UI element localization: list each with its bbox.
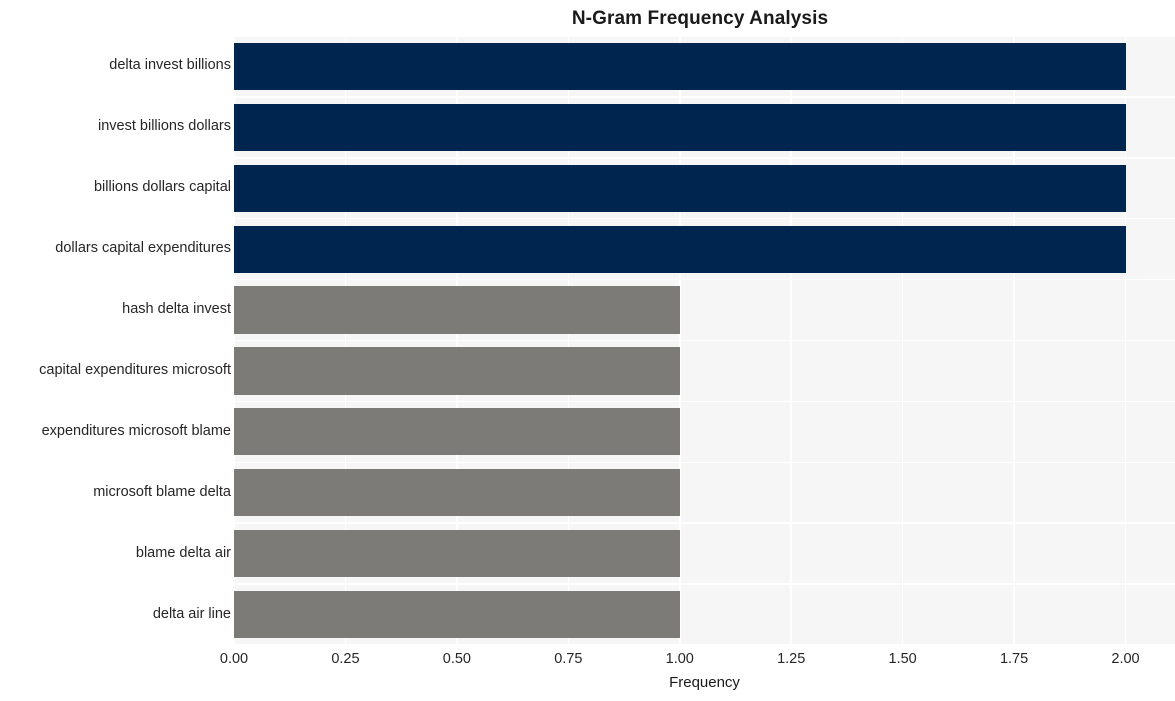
y-tick-label: hash delta invest	[122, 301, 231, 318]
x-axis-title: Frequency	[669, 674, 740, 691]
x-tick-label: 1.00	[665, 651, 694, 667]
y-tick-label: microsoft blame delta	[93, 483, 231, 500]
y-tick-label: invest billions dollars	[98, 118, 231, 135]
y-tick-label: dollars capital expenditures	[55, 240, 231, 257]
x-tick-label: 1.75	[999, 651, 1029, 667]
x-tick-label: 1.25	[777, 651, 806, 667]
y-tick-label: blame delta air	[135, 544, 231, 561]
gridline-horizontal-1	[234, 96, 1175, 98]
plot-area	[234, 36, 1175, 645]
x-tick-label: 2.00	[1111, 651, 1140, 667]
bar[interactable]	[234, 590, 680, 639]
gridline-horizontal-2	[234, 157, 1175, 159]
y-tick-label: billions dollars capital	[93, 179, 231, 196]
x-tick-label: 0.50	[442, 651, 471, 667]
gridline-horizontal-3	[234, 217, 1175, 220]
chart-figure: N-Gram Frequency Analysis delta invest b…	[0, 0, 1175, 701]
y-tick-label: delta invest billions	[109, 57, 231, 74]
gridline-horizontal-7	[234, 461, 1175, 464]
bar[interactable]	[234, 469, 680, 517]
x-tick-label: 0.75	[554, 651, 583, 667]
gridline-horizontal-0	[234, 36, 1175, 37]
bar[interactable]	[234, 103, 1126, 151]
y-tick-label: expenditures microsoft blame	[41, 422, 231, 439]
gridline-horizontal-8	[234, 522, 1175, 524]
bar[interactable]	[234, 42, 1126, 91]
page-title: N-Gram Frequency Analysis	[571, 8, 829, 29]
gridline-horizontal-6	[234, 400, 1175, 403]
x-tick-label: 0.00	[219, 651, 249, 667]
bar[interactable]	[234, 225, 1126, 273]
x-tick-label: 1.50	[888, 651, 917, 667]
x-tick-label: 0.25	[331, 651, 360, 667]
bar[interactable]	[234, 408, 680, 456]
bar[interactable]	[234, 530, 680, 578]
y-tick-label: delta air line	[152, 605, 231, 622]
gridline-horizontal-10	[234, 644, 1175, 645]
bar[interactable]	[234, 164, 1126, 212]
gridline-horizontal-9	[234, 583, 1175, 585]
y-tick-label: capital expenditures microsoft	[39, 361, 231, 378]
gridline-horizontal-5	[234, 339, 1175, 342]
gridline-horizontal-4	[234, 278, 1175, 281]
bar[interactable]	[234, 347, 680, 395]
bar[interactable]	[234, 286, 680, 334]
